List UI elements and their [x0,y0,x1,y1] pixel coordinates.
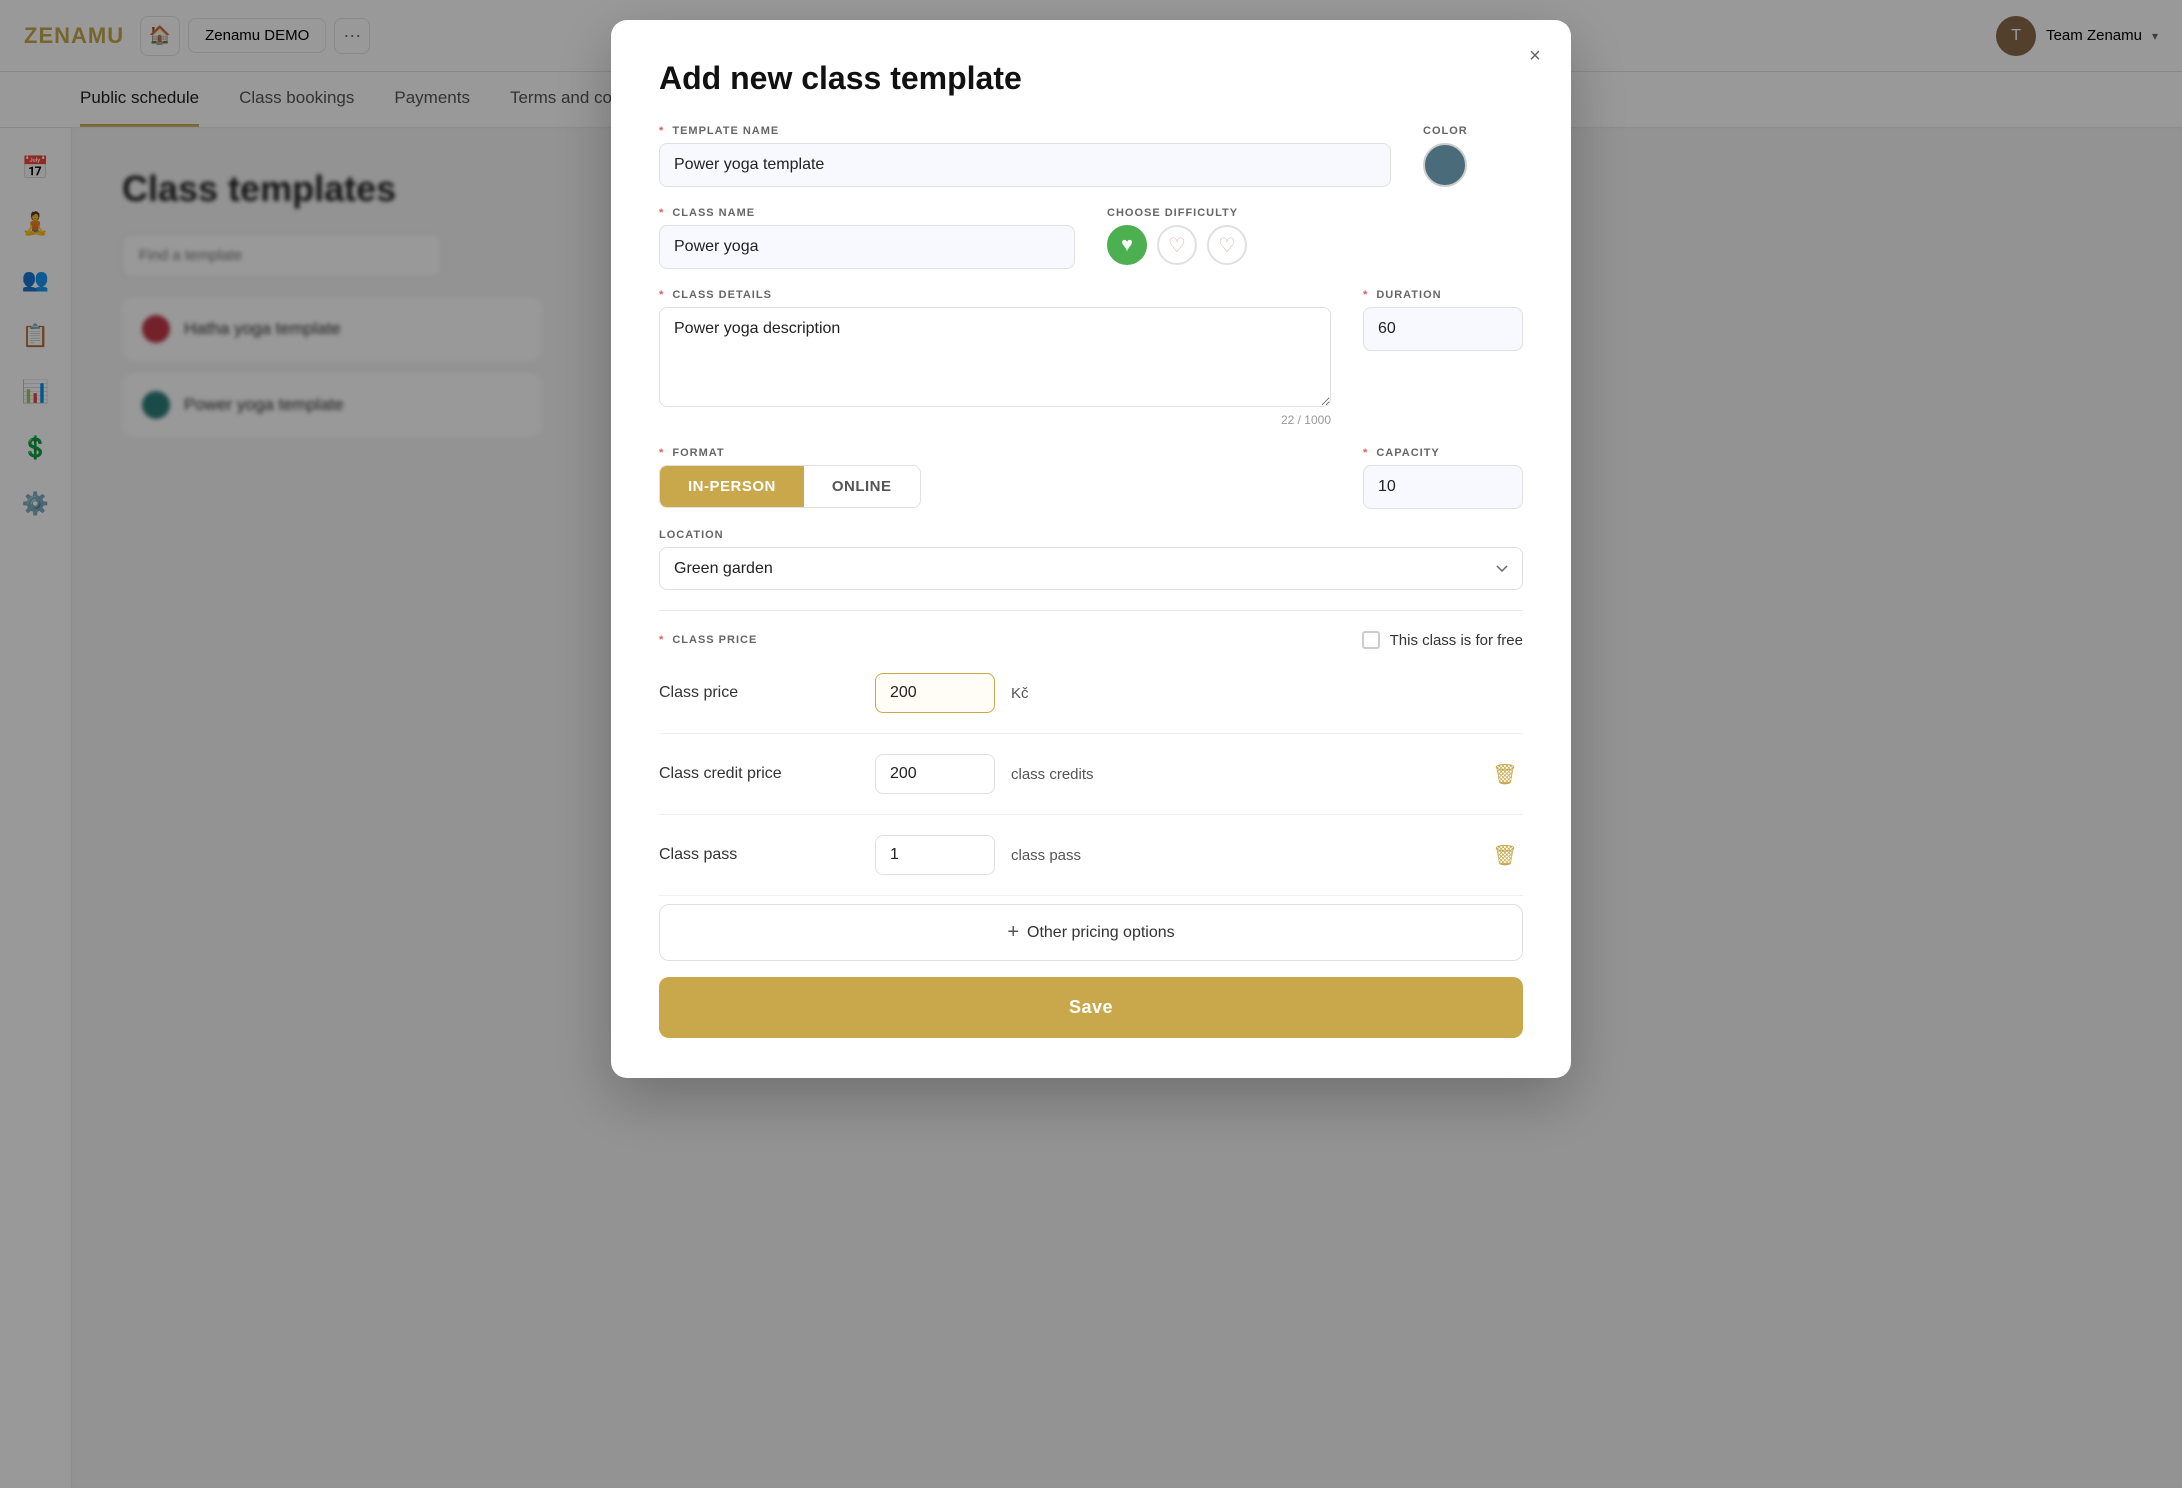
class-name-group: * CLASS NAME [659,207,1075,269]
delete-credit-button[interactable]: 🗑 [1487,756,1523,792]
format-online-button[interactable]: ONLINE [804,466,920,507]
difficulty-medium[interactable]: ♡ [1157,225,1197,265]
capacity-input[interactable] [1363,465,1523,509]
format-label: * FORMAT [659,447,1331,459]
price-unit: class pass [1011,847,1081,864]
price-unit: class credits [1011,766,1094,783]
form-row-location: LOCATION Green garden Studio 1 Online [659,529,1523,590]
free-row: This class is for free [1362,631,1523,649]
form-row-format: * FORMAT IN-PERSON ONLINE * CAPACITY [659,447,1523,509]
form-row-class-name: * CLASS NAME CHOOSE DIFFICULTY ♥ ♡ ♡ [659,207,1523,269]
free-checkbox[interactable] [1362,631,1380,649]
template-name-label: * TEMPLATE NAME [659,125,1391,137]
save-button[interactable]: Save [659,977,1523,1038]
free-label: This class is for free [1390,632,1523,649]
class-price-header: * CLASS PRICE This class is for free [659,631,1523,649]
capacity-label: * CAPACITY [1363,447,1523,459]
location-group: LOCATION Green garden Studio 1 Online [659,529,1523,590]
form-row-template-name: * TEMPLATE NAME COLOR [659,125,1523,187]
price-row-credit: Class credit price class credits 🗑 [659,734,1523,815]
location-label: LOCATION [659,529,1523,541]
template-name-input[interactable] [659,143,1391,187]
modal: × Add new class template * TEMPLATE NAME… [611,20,1571,1078]
credit-price-input[interactable] [875,754,995,794]
color-label: COLOR [1423,125,1523,137]
difficulty-easy[interactable]: ♥ [1107,225,1147,265]
required-star: * [659,125,664,137]
add-pricing-label: Other pricing options [1027,924,1175,942]
class-details-textarea[interactable]: Power yoga description [659,307,1331,407]
char-count: 22 / 1000 [659,413,1331,427]
difficulty-hard[interactable]: ♡ [1207,225,1247,265]
capacity-group: * CAPACITY [1363,447,1523,509]
class-name-input[interactable] [659,225,1075,269]
duration-input[interactable] [1363,307,1523,351]
delete-pass-button[interactable]: 🗑 [1487,837,1523,873]
duration-group: * DURATION [1363,289,1523,351]
add-pricing-button[interactable]: + Other pricing options [659,904,1523,961]
price-row-label: Class price [659,684,859,702]
format-group: * FORMAT IN-PERSON ONLINE [659,447,1331,508]
template-name-group: * TEMPLATE NAME [659,125,1391,187]
duration-label: * DURATION [1363,289,1523,301]
divider [659,610,1523,611]
form-row-details: * CLASS DETAILS Power yoga description 2… [659,289,1523,427]
class-price-input[interactable] [875,673,995,713]
difficulty-label: CHOOSE DIFFICULTY [1107,207,1523,219]
difficulty-group: CHOOSE DIFFICULTY ♥ ♡ ♡ [1107,207,1523,265]
price-row-pass: Class pass class pass 🗑 [659,815,1523,896]
color-picker[interactable] [1423,143,1467,187]
price-row-class-price: Class price Kč [659,653,1523,734]
location-select[interactable]: Green garden Studio 1 Online [659,547,1523,590]
class-price-label: * CLASS PRICE [659,634,757,646]
pass-price-input[interactable] [875,835,995,875]
price-unit: Kč [1011,685,1029,702]
modal-overlay[interactable]: × Add new class template * TEMPLATE NAME… [0,0,2182,1488]
plus-icon: + [1007,921,1019,944]
difficulty-options: ♥ ♡ ♡ [1107,225,1523,265]
modal-title: Add new class template [659,60,1523,97]
class-details-group: * CLASS DETAILS Power yoga description 2… [659,289,1331,427]
format-in-person-button[interactable]: IN-PERSON [660,466,804,507]
class-details-label: * CLASS DETAILS [659,289,1331,301]
modal-close-button[interactable]: × [1519,40,1551,72]
color-group: COLOR [1423,125,1523,187]
format-toggle: IN-PERSON ONLINE [659,465,921,508]
price-row-label: Class credit price [659,765,859,783]
price-row-label: Class pass [659,846,859,864]
class-name-label: * CLASS NAME [659,207,1075,219]
